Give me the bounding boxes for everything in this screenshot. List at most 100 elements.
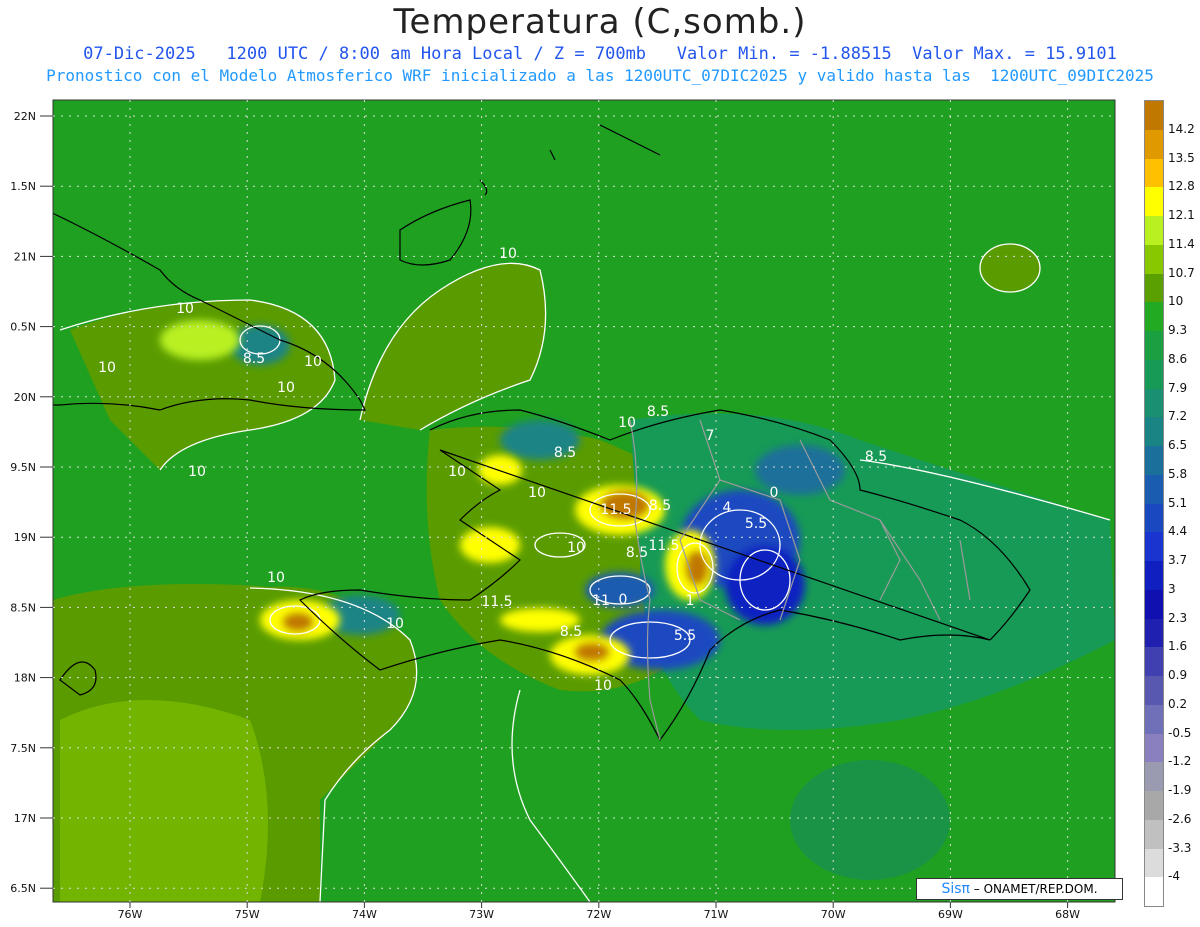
field-lightgreen-sw (60, 700, 268, 902)
contour-label: 11.5 (481, 594, 512, 610)
colorbar-segment (1145, 244, 1163, 274)
contour-label: 10 (528, 485, 546, 501)
colorbar-segment (1145, 618, 1163, 648)
colorbar-label: -2.6 (1168, 811, 1192, 826)
lon-label: 72W (586, 908, 611, 921)
colorbar-label: 3.7 (1168, 553, 1188, 567)
colorbar-label: 5.1 (1168, 495, 1188, 510)
contour-label: 10 (567, 540, 585, 556)
contour-label: 8.5 (647, 404, 669, 420)
contour-label: 5.5 (745, 516, 767, 532)
colorbar-label: 10 (1168, 294, 1184, 309)
lat-label: 20N (14, 391, 36, 404)
colorbar-segment (1145, 791, 1163, 820)
colorbar-segment (1145, 187, 1163, 216)
contour-label: 11 (592, 593, 610, 609)
colorbar-segment (1145, 302, 1163, 331)
colorbar-label: 10.7 (1168, 265, 1195, 280)
colorbar-label: 12.1 (1168, 208, 1195, 222)
colorbar-segment (1145, 273, 1163, 303)
colorbar-label: 2.3 (1168, 610, 1188, 625)
lat-label: 18N (14, 672, 36, 685)
field-teal-1 (755, 445, 845, 495)
contour-label: 1 (686, 593, 695, 609)
contour-label: 0 (770, 485, 779, 501)
colorbar-label: 14.2 (1168, 121, 1195, 136)
colorbar-label: 9.3 (1168, 323, 1188, 337)
field-orange-3 (574, 642, 610, 662)
lat-label: 22N (14, 110, 36, 123)
colorbar-label: 12.8 (1168, 179, 1195, 194)
lat-label: 19N (14, 531, 36, 544)
credit-logo: Sisπ (941, 881, 970, 897)
colorbar-label: 13.5 (1168, 150, 1195, 165)
field-yellow-8 (160, 320, 240, 360)
lat-label: 9.5N (10, 461, 36, 474)
colorbar-segment (1145, 101, 1163, 130)
colorbar-label: 6.5 (1168, 438, 1188, 452)
lat-label: 0.5N (10, 321, 36, 334)
colorbar-segment (1145, 848, 1163, 878)
contour-label: 8.5 (560, 624, 582, 640)
colorbar-segment (1145, 129, 1163, 159)
contour-label: 8.5 (626, 545, 648, 561)
colorbar-label: 5.8 (1168, 466, 1188, 481)
colorbar-label: 7.2 (1168, 409, 1188, 424)
colorbar-label: 0.2 (1168, 696, 1188, 711)
lon-label: 70W (821, 908, 846, 921)
contour-label: 0 (619, 592, 628, 608)
contour-label: 10 (448, 464, 466, 480)
field-orange-4 (282, 612, 314, 632)
credit-text: – ONAMET/REP.DOM. (973, 882, 1098, 896)
colorbar-label: -1.2 (1168, 754, 1192, 769)
field-yellow-6 (478, 455, 522, 485)
lat-label: 1.5N (10, 180, 36, 193)
colorbar-segment (1145, 331, 1163, 360)
colorbar-segment (1145, 216, 1163, 245)
field-orange-2 (685, 550, 709, 586)
lon-label: 71W (704, 908, 729, 921)
colorbar-segment (1145, 733, 1163, 763)
contour-label: 10 (98, 360, 116, 376)
contour-label: 11.5 (648, 538, 679, 554)
colorbar-label: 8.6 (1168, 351, 1188, 366)
latitude-labels: 22N 1.5N 21N 0.5N 20N 9.5N 19N 8.5N 18N 7.5N 17N 6.… (10, 110, 53, 895)
colorbar-segment (1145, 158, 1163, 188)
contour-label: 10 (594, 678, 612, 694)
lon-label: 76W (118, 908, 143, 921)
colorbar-label: -1.9 (1168, 783, 1192, 797)
colorbar-segment (1145, 474, 1163, 504)
colorbar (1144, 100, 1164, 907)
temperature-map: 22N 1.5N 21N 0.5N 20N 9.5N 19N 8.5N 18N 7.5N 17N 6.… (10, 99, 1116, 921)
colorbar-segment (1145, 877, 1163, 906)
contour-label: 11.5 (600, 502, 631, 518)
lat-label: 6.5N (10, 882, 36, 895)
colorbar-label: -4 (1168, 869, 1180, 884)
colorbar-segment (1145, 647, 1163, 676)
contour-label: 8.5 (243, 351, 265, 367)
colorbar-segment (1145, 446, 1163, 475)
lon-label: 73W (469, 908, 494, 921)
lat-label: 8.5N (10, 601, 36, 614)
longitude-labels: 76W 75W 74W 73W 72W 71W 70W 69W 68W (118, 902, 1080, 921)
colorbar-label: -3.3 (1168, 840, 1192, 855)
colorbar-segment (1145, 589, 1163, 619)
field-blue-2 (725, 545, 805, 625)
contour-label: 10 (188, 464, 206, 480)
colorbar-segment (1145, 762, 1163, 791)
lon-label: 74W (352, 908, 377, 921)
colorbar-segment (1145, 532, 1163, 561)
colorbar-segment (1145, 417, 1163, 446)
colorbar-segment (1145, 359, 1163, 389)
colorbar-segment (1145, 388, 1163, 418)
lat-label: 17N (14, 812, 36, 825)
colorbar-segment (1145, 561, 1163, 590)
colorbar-label: 4.4 (1168, 524, 1188, 539)
contour-label: 5.5 (674, 628, 696, 644)
contour-label: 10 (176, 301, 194, 317)
lon-label: 75W (235, 908, 260, 921)
lat-label: 7.5N (10, 742, 36, 755)
contour-label: 10 (499, 246, 517, 262)
colorbar-label: 3 (1168, 581, 1176, 596)
colorbar-label: 7.9 (1168, 380, 1188, 395)
